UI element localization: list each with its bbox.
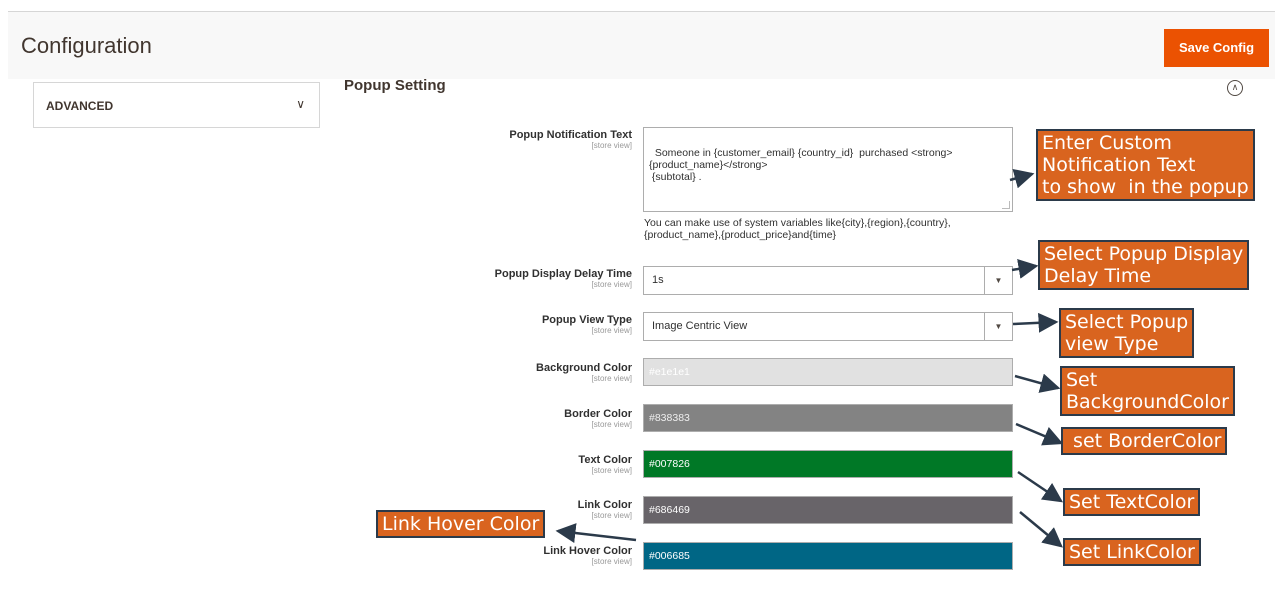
arrow-link — [1019, 511, 1063, 548]
callout-border: set BorderColor — [1061, 427, 1228, 455]
arrow-delay — [1011, 259, 1039, 279]
callout-text: Set TextColor — [1063, 488, 1201, 516]
arrow-border — [1015, 422, 1064, 446]
arrow-background — [1014, 373, 1061, 393]
callout-delay: Select Popup Display Delay Time — [1038, 240, 1250, 290]
callout-link: Set LinkColor — [1063, 538, 1201, 566]
callout-view-type: Select Popup view Type — [1059, 308, 1195, 358]
callout-link-hover: Link Hover Color — [376, 510, 546, 538]
callout-notification: Enter Custom Notification Text to show i… — [1036, 129, 1255, 201]
arrow-text — [1017, 470, 1064, 503]
arrow-view-type — [1012, 312, 1059, 333]
callout-background: Set BackgroundColor — [1060, 366, 1235, 416]
arrow-link-hover — [555, 523, 637, 543]
arrow-notification — [1009, 168, 1035, 189]
